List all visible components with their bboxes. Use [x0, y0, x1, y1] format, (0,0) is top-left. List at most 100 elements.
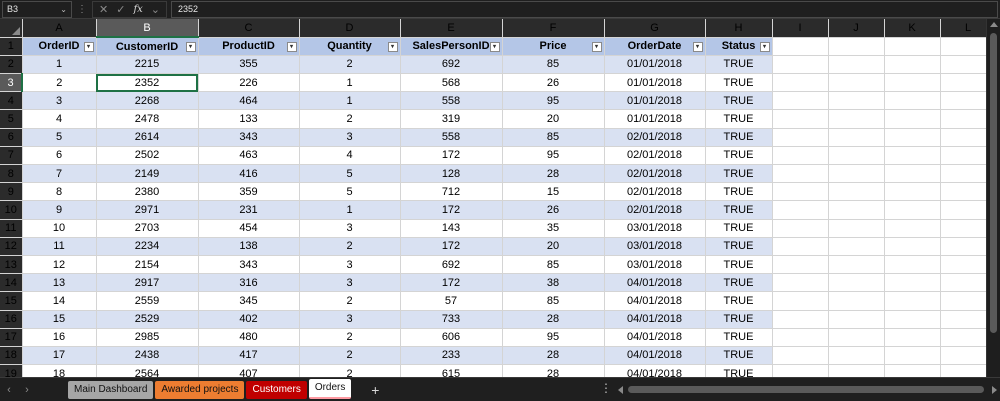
table-cell[interactable]: 2352: [96, 73, 199, 93]
table-cell[interactable]: TRUE: [705, 128, 773, 147]
empty-cell[interactable]: [884, 109, 941, 129]
insert-function-icon[interactable]: fx: [133, 4, 142, 15]
scroll-thumb[interactable]: [990, 33, 997, 333]
empty-cell[interactable]: [884, 200, 941, 220]
row-header[interactable]: 14: [0, 273, 23, 293]
table-cell[interactable]: 2215: [96, 55, 199, 75]
table-cell[interactable]: 03/01/2018: [604, 237, 706, 256]
table-cell[interactable]: TRUE: [705, 182, 773, 202]
row-header[interactable]: 4: [0, 91, 23, 111]
table-cell[interactable]: 2: [22, 73, 97, 93]
table-cell[interactable]: 172: [400, 237, 503, 256]
empty-cell[interactable]: [884, 91, 941, 111]
table-cell[interactable]: 04/01/2018: [604, 291, 706, 311]
next-sheet-icon[interactable]: ›: [18, 384, 36, 396]
table-cell[interactable]: 02/01/2018: [604, 146, 706, 166]
table-cell[interactable]: 38: [502, 273, 605, 293]
table-cell[interactable]: 3: [299, 310, 401, 329]
table-cell[interactable]: 85: [502, 55, 605, 75]
table-cell[interactable]: 28: [502, 310, 605, 329]
empty-cell[interactable]: [828, 219, 885, 238]
empty-cell[interactable]: [884, 219, 941, 238]
table-header-cell[interactable]: CustomerID ▾: [96, 37, 199, 56]
table-cell[interactable]: TRUE: [705, 164, 773, 184]
empty-cell[interactable]: [772, 73, 829, 93]
table-cell[interactable]: 2: [299, 328, 401, 347]
table-cell[interactable]: 480: [198, 328, 300, 347]
table-cell[interactable]: TRUE: [705, 291, 773, 311]
chevron-down-icon[interactable]: ⌄: [151, 3, 160, 16]
table-cell[interactable]: TRUE: [705, 146, 773, 166]
table-cell[interactable]: 14: [22, 291, 97, 311]
enter-icon[interactable]: ✓: [116, 3, 125, 16]
table-cell[interactable]: TRUE: [705, 73, 773, 93]
table-cell[interactable]: 568: [400, 73, 503, 93]
empty-cell[interactable]: [884, 346, 941, 366]
column-header-h[interactable]: H: [705, 19, 773, 38]
table-cell[interactable]: 04/01/2018: [604, 310, 706, 329]
table-cell[interactable]: TRUE: [705, 200, 773, 220]
table-cell[interactable]: 03/01/2018: [604, 219, 706, 238]
empty-cell[interactable]: [828, 73, 885, 93]
table-cell[interactable]: 15: [502, 182, 605, 202]
table-cell[interactable]: 345: [198, 291, 300, 311]
table-cell[interactable]: 28: [502, 346, 605, 366]
row-header[interactable]: 13: [0, 255, 23, 275]
empty-cell[interactable]: [828, 128, 885, 147]
empty-cell[interactable]: [828, 109, 885, 129]
vertical-scrollbar[interactable]: [986, 19, 1000, 377]
formula-input[interactable]: 2352: [171, 0, 998, 18]
select-all-button[interactable]: [0, 19, 23, 38]
table-cell[interactable]: 16: [22, 328, 97, 347]
table-cell[interactable]: 02/01/2018: [604, 200, 706, 220]
column-header-i[interactable]: I: [772, 19, 829, 38]
sheet-tab-awarded-projects[interactable]: Awarded projects: [155, 380, 245, 399]
scroll-left-icon[interactable]: [618, 386, 623, 394]
table-cell[interactable]: TRUE: [705, 237, 773, 256]
table-cell[interactable]: 2985: [96, 328, 199, 347]
row-header[interactable]: 16: [0, 310, 23, 329]
empty-cell[interactable]: [828, 37, 885, 56]
table-cell[interactable]: 11: [22, 237, 97, 256]
row-header[interactable]: 12: [0, 237, 23, 256]
table-header-cell[interactable]: OrderID ▾: [22, 37, 97, 56]
empty-cell[interactable]: [772, 182, 829, 202]
table-cell[interactable]: 95: [502, 328, 605, 347]
table-cell[interactable]: 319: [400, 109, 503, 129]
table-cell[interactable]: 02/01/2018: [604, 182, 706, 202]
table-cell[interactable]: 01/01/2018: [604, 73, 706, 93]
table-cell[interactable]: TRUE: [705, 273, 773, 293]
table-cell[interactable]: TRUE: [705, 255, 773, 275]
table-cell[interactable]: 417: [198, 346, 300, 366]
table-cell[interactable]: 2564: [96, 364, 199, 377]
name-box[interactable]: B3 ⌄: [2, 0, 72, 18]
table-cell[interactable]: TRUE: [705, 219, 773, 238]
empty-cell[interactable]: [828, 55, 885, 75]
table-cell[interactable]: 172: [400, 146, 503, 166]
table-cell[interactable]: 95: [502, 91, 605, 111]
empty-cell[interactable]: [772, 237, 829, 256]
filter-dropdown-icon[interactable]: ▾: [286, 41, 297, 52]
empty-cell[interactable]: [772, 255, 829, 275]
column-header-d[interactable]: D: [299, 19, 401, 38]
table-header-cell[interactable]: ProductID ▾: [198, 37, 300, 56]
prev-sheet-icon[interactable]: ‹: [0, 384, 18, 396]
table-cell[interactable]: 2380: [96, 182, 199, 202]
table-cell[interactable]: 2: [299, 291, 401, 311]
table-cell[interactable]: 2154: [96, 255, 199, 275]
table-cell[interactable]: 4: [22, 109, 97, 129]
table-cell[interactable]: 20: [502, 237, 605, 256]
table-cell[interactable]: 231: [198, 200, 300, 220]
table-cell[interactable]: 692: [400, 55, 503, 75]
empty-cell[interactable]: [772, 164, 829, 184]
table-cell[interactable]: 454: [198, 219, 300, 238]
table-cell[interactable]: 606: [400, 328, 503, 347]
table-cell[interactable]: 01/01/2018: [604, 109, 706, 129]
empty-cell[interactable]: [828, 346, 885, 366]
empty-cell[interactable]: [828, 91, 885, 111]
table-cell[interactable]: 343: [198, 255, 300, 275]
table-cell[interactable]: 359: [198, 182, 300, 202]
empty-cell[interactable]: [884, 364, 941, 377]
row-header[interactable]: 10: [0, 200, 23, 220]
filter-dropdown-icon[interactable]: ▾: [489, 41, 500, 52]
